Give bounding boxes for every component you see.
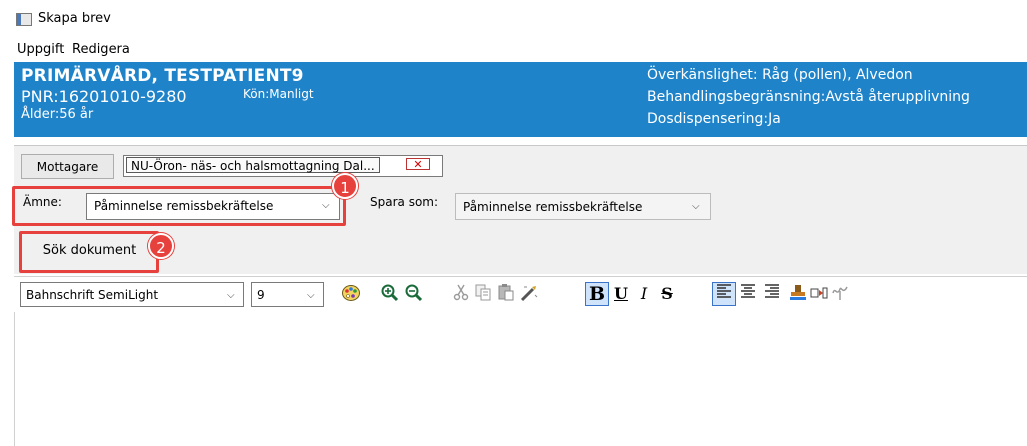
bold-icon[interactable]: B xyxy=(586,283,608,305)
zoom-in-icon[interactable] xyxy=(379,283,401,305)
spellcheck-icon[interactable] xyxy=(518,283,540,305)
cut-icon[interactable] xyxy=(450,283,472,305)
window-title: Skapa brev xyxy=(38,11,111,26)
patient-treatment-limit: Behandlingsbegränsning:Avstå återupplivn… xyxy=(647,89,970,105)
saveas-label: Spara som: xyxy=(370,195,439,209)
menu-bar xyxy=(0,38,1027,60)
copy-icon[interactable] xyxy=(472,283,494,305)
title-bar xyxy=(0,0,1027,38)
patient-name: PRIMÄRVÅRD, TESTPATIENT9 xyxy=(21,66,304,86)
chevron-down-icon[interactable]: ⌵ xyxy=(227,290,235,301)
search-document-button[interactable]: Sök dokument xyxy=(28,237,151,264)
subject-dropdown-value: Påminnelse remissbekräftelse xyxy=(94,199,274,213)
recipient-button[interactable]: Mottagare xyxy=(21,154,114,179)
patient-dose-dispensing: Dosdispensering:Ja xyxy=(647,111,781,127)
stamp-icon[interactable] xyxy=(787,283,809,305)
font-size-value: 9 xyxy=(257,288,265,302)
italic-icon[interactable]: I xyxy=(633,283,655,305)
chevron-down-icon[interactable]: ⌵ xyxy=(307,290,315,301)
align-right-icon[interactable] xyxy=(761,283,783,305)
strikethrough-icon[interactable]: S xyxy=(656,283,678,305)
patient-age: Ålder:56 år xyxy=(21,107,94,122)
chevron-down-icon[interactable]: ⌵ xyxy=(692,201,700,212)
subject-label: Ämne: xyxy=(23,195,62,209)
menu-item-redigera[interactable]: Redigera xyxy=(72,42,130,57)
annotation-badge-1: 1 xyxy=(332,173,358,199)
saveas-dropdown-value: Påminnelse remissbekräftelse xyxy=(463,200,643,214)
patient-gender: Kön:Manligt xyxy=(243,87,314,101)
remove-recipient-icon[interactable]: ✕ xyxy=(406,158,430,170)
underline-icon[interactable]: U xyxy=(610,283,632,305)
chevron-down-icon[interactable]: ⌵ xyxy=(322,200,330,211)
signature-icon[interactable] xyxy=(829,283,851,305)
paste-icon[interactable] xyxy=(495,283,517,305)
align-center-icon[interactable] xyxy=(737,283,759,305)
color-palette-icon[interactable] xyxy=(340,283,362,305)
insert-field-icon[interactable] xyxy=(808,283,830,305)
patient-pnr: PNR:16201010-9280 xyxy=(21,87,187,106)
menu-item-uppgift[interactable]: Uppgift xyxy=(17,42,64,57)
letter-editor[interactable] xyxy=(14,312,1027,446)
recipient-chip: NU-Öron- näs- och halsmottagning Dal... xyxy=(126,157,380,173)
annotation-badge-2: 2 xyxy=(148,233,174,259)
align-left-icon[interactable] xyxy=(713,283,735,305)
document-window-icon xyxy=(16,13,32,26)
patient-allergy: Överkänslighet: Råg (pollen), Alvedon xyxy=(647,67,913,83)
zoom-out-icon[interactable] xyxy=(403,283,425,305)
font-dropdown-value: Bahnschrift SemiLight xyxy=(26,288,159,302)
